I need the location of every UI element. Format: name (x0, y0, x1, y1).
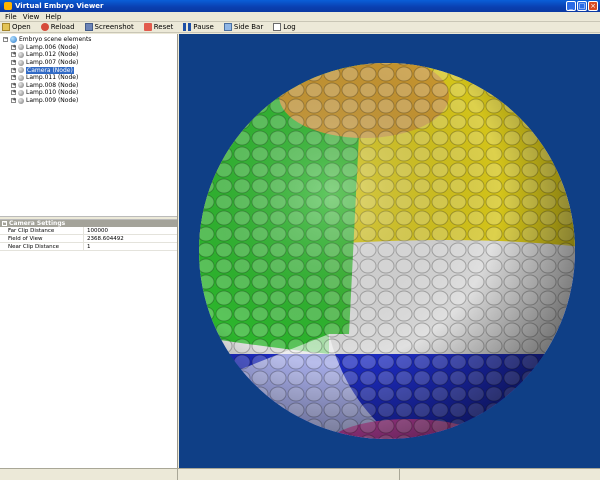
expand-icon[interactable]: + (11, 98, 16, 104)
node-icon (18, 97, 24, 104)
menu-view[interactable]: View (20, 13, 43, 21)
window-controls: _ □ × (566, 1, 598, 11)
tree-item[interactable]: + Lamp.006 (Node) (3, 44, 174, 52)
node-icon (18, 67, 24, 74)
tree-root[interactable]: − Embryo scene elements (3, 36, 174, 44)
collapse-icon[interactable]: − (2, 221, 7, 226)
3d-viewport[interactable] (179, 34, 600, 468)
expand-icon[interactable]: + (11, 52, 16, 58)
app-window: Virtual Embryo Viewer _ □ × File View He… (0, 0, 600, 480)
menu-help[interactable]: Help (42, 13, 64, 21)
camera-icon (84, 23, 93, 31)
pause-label: Pause (193, 23, 214, 31)
pause-button[interactable]: Pause (183, 23, 214, 31)
tree-item[interactable]: + Lamp.008 (Node) (3, 82, 174, 90)
tree-item-label: Lamp.011 (Node) (26, 74, 79, 82)
tree-root-label: Embryo scene elements (19, 36, 92, 44)
menu-file[interactable]: File (2, 13, 20, 21)
tree-item-label: Lamp.008 (Node) (26, 81, 79, 89)
expand-icon[interactable]: + (11, 60, 16, 66)
node-icon (18, 82, 24, 89)
node-icon (18, 89, 24, 96)
tree-item[interactable]: + Lamp.011 (Node) (3, 74, 174, 82)
window-title: Virtual Embryo Viewer (15, 2, 104, 10)
expand-icon[interactable]: + (11, 44, 16, 50)
tree-item-label: Camera (Node) (26, 66, 74, 74)
reload-label: Reload (50, 23, 75, 31)
status-cell (400, 469, 600, 480)
property-category-label: Camera Settings (9, 220, 66, 227)
tree-item-label: Lamp.007 (Node) (26, 59, 79, 67)
reset-label: Reset (153, 23, 174, 31)
screenshot-label: Screenshot (94, 23, 134, 31)
folder-open-icon (2, 23, 10, 31)
node-icon (18, 44, 24, 51)
embryo-render (199, 63, 575, 439)
property-row[interactable]: Near Clip Distance 1 (0, 243, 177, 251)
expand-icon[interactable]: + (11, 90, 16, 96)
property-row[interactable]: Field of View 2368.604492 (0, 235, 177, 243)
open-button[interactable]: Open (2, 23, 31, 31)
property-grid: − Camera Settings Far Clip Distance 1000… (0, 220, 177, 468)
tree-item[interactable]: + Lamp.012 (Node) (3, 51, 174, 59)
property-value[interactable]: 100000 (84, 228, 108, 234)
embryo-sphere (199, 63, 575, 439)
close-icon[interactable]: × (588, 1, 598, 11)
tree-item-label: Lamp.010 (Node) (26, 89, 79, 97)
status-cell (178, 469, 400, 480)
collapse-icon[interactable]: − (3, 37, 8, 43)
menu-bar: File View Help (0, 12, 600, 22)
property-key: Field of View (0, 235, 84, 242)
tree-item[interactable]: + Lamp.009 (Node) (3, 97, 174, 105)
property-key: Near Clip Distance (0, 243, 84, 250)
scene-tree: − Embryo scene elements + Lamp.006 (Node… (0, 34, 177, 216)
reload-icon (40, 23, 49, 31)
property-category[interactable]: − Camera Settings (0, 220, 177, 227)
sidebar-button[interactable]: Side Bar (223, 23, 264, 31)
property-row[interactable]: Far Clip Distance 100000 (0, 227, 177, 235)
reload-button[interactable]: Reload (40, 23, 75, 31)
scene-icon (10, 36, 17, 44)
node-icon (18, 59, 24, 66)
node-icon (18, 74, 24, 81)
log-icon (273, 23, 282, 31)
expand-icon[interactable]: + (11, 75, 16, 81)
minimize-icon[interactable]: _ (566, 1, 576, 11)
open-label: Open (12, 23, 31, 31)
title-bar[interactable]: Virtual Embryo Viewer _ □ × (0, 0, 600, 12)
property-key: Far Clip Distance (0, 227, 84, 234)
tree-item[interactable]: + Lamp.007 (Node) (3, 59, 174, 67)
property-value[interactable]: 2368.604492 (84, 236, 124, 242)
status-cell (0, 469, 178, 480)
log-button[interactable]: Log (273, 23, 296, 31)
side-bar: − Embryo scene elements + Lamp.006 (Node… (0, 34, 178, 468)
sidebar-label: Side Bar (233, 23, 264, 31)
reset-button[interactable]: Reset (143, 23, 174, 31)
tree-item-label: Lamp.006 (Node) (26, 43, 79, 51)
log-label: Log (283, 23, 296, 31)
reset-icon (143, 23, 152, 31)
expand-icon[interactable]: + (11, 67, 16, 73)
tree-item-label: Lamp.009 (Node) (26, 97, 79, 105)
node-icon (18, 51, 24, 58)
maximize-icon[interactable]: □ (577, 1, 587, 11)
property-value[interactable]: 1 (84, 244, 91, 250)
pause-icon (183, 23, 192, 31)
tree-item-selected[interactable]: + Camera (Node) (3, 66, 174, 74)
sidebar-icon (223, 23, 232, 31)
tree-item-label: Lamp.012 (Node) (26, 51, 79, 59)
screenshot-button[interactable]: Screenshot (84, 23, 134, 31)
tree-item[interactable]: + Lamp.010 (Node) (3, 89, 174, 97)
status-bar (0, 468, 600, 480)
app-icon (4, 2, 12, 10)
toolbar: Open Reload Screenshot Reset Pause Side … (0, 22, 600, 33)
expand-icon[interactable]: + (11, 82, 16, 88)
